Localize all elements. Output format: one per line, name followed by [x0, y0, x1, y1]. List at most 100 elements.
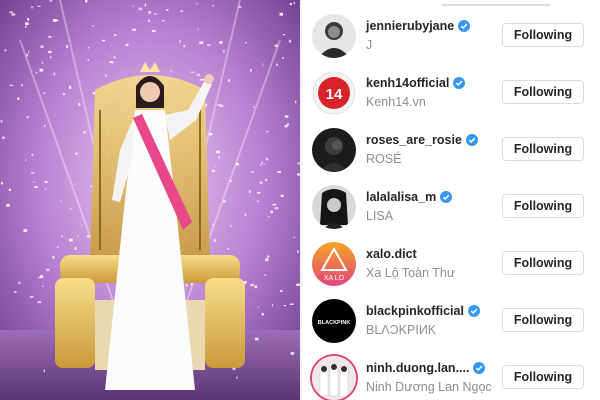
list-item[interactable]: lalalalisa_m LISA Following: [302, 179, 600, 236]
confetti-piece: [277, 171, 281, 173]
confetti-piece: [48, 36, 52, 38]
confetti-piece: [213, 166, 216, 167]
list-item[interactable]: jennierubyjane J Following: [302, 8, 600, 65]
kenh14-logo-icon[interactable]: 14: [312, 71, 356, 115]
following-button[interactable]: Following: [502, 137, 584, 161]
confetti-piece: [62, 93, 66, 96]
confetti-piece: [31, 172, 35, 174]
confetti-piece: [295, 100, 297, 104]
profile-photo-icon[interactable]: [312, 14, 356, 58]
confetti-piece: [256, 191, 261, 194]
verified-badge-icon: [473, 362, 486, 374]
confetti-piece: [235, 163, 239, 166]
confetti-piece: [39, 68, 43, 72]
confetti-piece: [21, 84, 23, 87]
confetti-piece: [125, 43, 129, 46]
confetti-piece: [26, 53, 29, 57]
username[interactable]: roses_are_rosie: [366, 133, 462, 147]
confetti-piece: [265, 258, 269, 262]
profile-photo-icon[interactable]: [312, 185, 356, 229]
confetti-piece: [265, 178, 267, 182]
username[interactable]: blackpinkofficial: [366, 304, 464, 318]
list-item[interactable]: roses_are_rosie ROSÉ Following: [302, 122, 600, 179]
username[interactable]: kenh14official: [366, 76, 449, 90]
confetti-piece: [207, 44, 211, 47]
confetti-piece: [236, 376, 238, 379]
confetti-piece: [268, 216, 270, 218]
confetti-piece: [40, 45, 44, 48]
confetti-piece: [170, 70, 172, 72]
confetti-piece: [217, 104, 222, 106]
confetti-piece: [37, 5, 41, 7]
confetti-piece: [200, 78, 205, 81]
confetti-piece: [24, 26, 27, 28]
confetti-piece: [34, 186, 38, 189]
following-button[interactable]: Following: [502, 23, 584, 47]
confetti-piece: [190, 71, 195, 74]
confetti-piece: [32, 181, 35, 183]
username[interactable]: xalo.dict: [366, 247, 417, 261]
following-button[interactable]: Following: [502, 194, 584, 218]
confetti-piece: [270, 210, 273, 214]
confetti-piece: [274, 44, 278, 47]
following-button[interactable]: Following: [502, 80, 584, 104]
list-item[interactable]: 14 kenh14official Kenh14.vn Following: [302, 65, 600, 122]
confetti-piece: [148, 19, 150, 22]
list-item[interactable]: ninh.duong.lan.... Ninh Dương Lan Ngọc F…: [302, 350, 600, 400]
confetti-piece: [43, 369, 45, 373]
confetti-piece: [9, 11, 14, 13]
confetti-piece: [154, 13, 157, 15]
confetti-piece: [162, 20, 165, 22]
following-button[interactable]: Following: [502, 251, 584, 275]
list-item[interactable]: XA LO xalo.dict Xa Lộ Toàn Thư Following: [302, 236, 600, 293]
confetti-piece: [41, 285, 44, 287]
confetti-piece: [49, 56, 52, 58]
confetti-piece: [44, 181, 48, 184]
confetti-piece: [105, 74, 108, 77]
confetti-piece: [263, 163, 265, 165]
blackpink-logo-icon[interactable]: BLACKPINK: [312, 299, 356, 343]
following-list[interactable]: jennierubyjane J Following 14 kenh14offi…: [302, 0, 600, 400]
confetti-piece: [85, 0, 88, 3]
confetti-piece: [244, 213, 247, 216]
username[interactable]: jennierubyjane: [366, 19, 454, 33]
confetti-piece: [199, 41, 204, 44]
confetti-piece: [267, 255, 270, 258]
confetti-piece: [284, 125, 288, 128]
following-button[interactable]: Following: [502, 365, 584, 389]
list-item[interactable]: BLACKPINK blackpinkofficial BLΛƆKPIИK Fo…: [302, 293, 600, 350]
profile-photo-icon[interactable]: [312, 356, 356, 400]
confetti-piece: [229, 180, 232, 182]
confetti-piece: [280, 194, 284, 198]
following-button[interactable]: Following: [502, 308, 584, 332]
confetti-piece: [151, 29, 156, 33]
confetti-piece: [66, 45, 68, 49]
profile-photo-icon[interactable]: [312, 128, 356, 172]
confetti-piece: [18, 281, 21, 284]
confetti-piece: [293, 236, 296, 239]
confetti-piece: [69, 207, 72, 210]
username[interactable]: lalalalisa_m: [366, 190, 436, 204]
confetti-piece: [41, 62, 44, 64]
confetti-piece: [46, 268, 50, 271]
confetti-piece: [274, 207, 279, 210]
confetti-piece: [74, 183, 76, 185]
confetti-piece: [81, 224, 83, 227]
confetti-piece: [44, 188, 47, 190]
confetti-piece: [293, 2, 295, 5]
confetti-piece: [253, 106, 255, 108]
confetti-piece: [31, 153, 34, 156]
confetti-piece: [43, 92, 46, 94]
confetti-piece: [25, 22, 29, 26]
confetti-piece: [265, 158, 269, 161]
confetti-piece: [272, 203, 276, 206]
confetti-piece: [69, 238, 73, 242]
xalo-logo-icon[interactable]: XA LO: [312, 242, 356, 286]
confetti-piece: [75, 152, 78, 155]
confetti-piece: [69, 85, 72, 89]
username[interactable]: ninh.duong.lan....: [366, 361, 469, 375]
confetti-piece: [230, 225, 232, 227]
confetti-piece: [28, 50, 30, 54]
confetti-piece: [27, 18, 30, 21]
verified-badge-icon: [467, 305, 480, 317]
